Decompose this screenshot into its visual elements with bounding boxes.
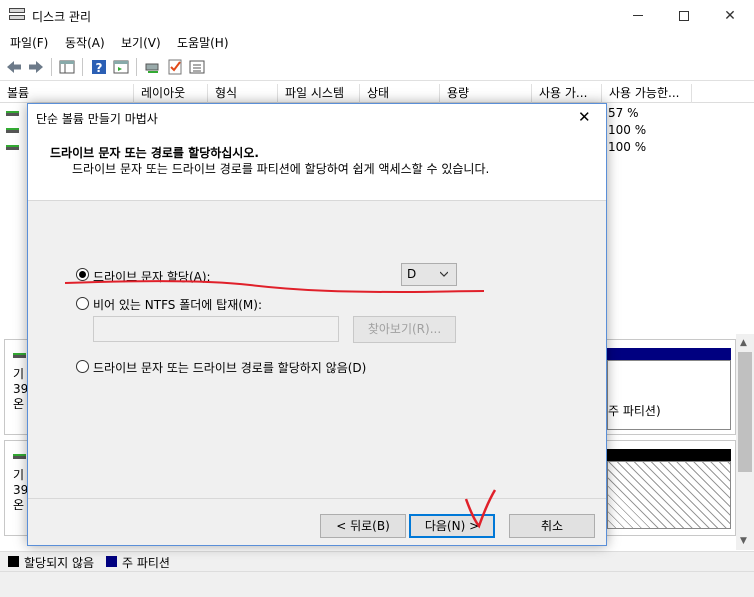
drive-letter-value: D [407, 267, 417, 281]
no-assign-label[interactable]: 드라이브 문자 또는 드라이브 경로를 할당하지 않음(D) [93, 359, 366, 376]
maximize-icon [679, 10, 689, 21]
toolbar-separator [82, 58, 83, 76]
volume-list-header: 볼륨 레이아웃 형식 파일 시스템 상태 용량 사용 가... 사용 가능한..… [0, 84, 754, 103]
assign-letter-radio[interactable] [76, 268, 89, 281]
minimize-button[interactable] [615, 0, 661, 31]
list-view-icon[interactable] [188, 58, 206, 76]
disk-info: 기 39 온 [13, 468, 29, 512]
toolbar-separator [51, 58, 52, 76]
column-layout[interactable]: 레이아웃 [134, 84, 208, 103]
legend-bar: 할당되지 않음 주 파티션 [0, 551, 754, 571]
check-icon[interactable] [166, 58, 184, 76]
chevron-down-icon [440, 271, 448, 277]
mount-folder-radio[interactable] [76, 297, 89, 310]
forward-icon[interactable] [27, 58, 45, 76]
scroll-down-icon[interactable]: ▼ [740, 536, 747, 546]
percent-free: 57 % [608, 106, 639, 120]
partition-label: 주 파티션) [608, 404, 661, 418]
partition-block[interactable]: 주 파티션) [607, 360, 731, 430]
action-pane-icon[interactable] [112, 58, 130, 76]
primary-partition-swatch [106, 556, 117, 567]
unallocated-swatch [8, 556, 19, 567]
drive-icon [6, 145, 19, 150]
partition-header [607, 348, 731, 360]
back-icon[interactable] [5, 58, 23, 76]
no-assign-radio[interactable] [76, 360, 89, 373]
title-bar: 디스크 관리 ✕ [0, 0, 754, 31]
dialog-heading: 드라이브 문자 또는 경로를 할당하십시오. [50, 146, 259, 160]
drive-letter-select[interactable]: D [401, 263, 457, 286]
column-capacity[interactable]: 용량 [440, 84, 532, 103]
browse-button[interactable]: 찾아보기(R)... [353, 316, 456, 343]
vertical-scrollbar[interactable]: ▲ ▼ [736, 334, 754, 550]
close-icon: ✕ [724, 7, 736, 24]
folder-path-input[interactable] [93, 316, 339, 342]
menu-file[interactable]: 파일(F) [10, 34, 48, 51]
console-tree-icon[interactable] [58, 58, 76, 76]
drive-icon [6, 111, 19, 116]
disk-icon [13, 353, 26, 358]
scroll-thumb[interactable] [738, 352, 752, 472]
close-button[interactable]: ✕ [707, 0, 753, 31]
menu-help[interactable]: 도움말(H) [177, 34, 229, 51]
column-status[interactable]: 상태 [360, 84, 440, 103]
disk-icon [13, 454, 26, 459]
column-percent-free[interactable]: 사용 가능한... [602, 84, 692, 103]
back-button[interactable]: < 뒤로(B) [320, 514, 406, 538]
cancel-button[interactable]: 취소 [509, 514, 595, 538]
window-title: 디스크 관리 [32, 10, 92, 24]
dialog-close-icon[interactable]: ✕ [578, 108, 591, 126]
simple-volume-wizard-dialog: 단순 볼륨 만들기 마법사 ✕ 드라이브 문자 또는 경로를 할당하십시오. 드… [27, 103, 607, 546]
toolbar: ? [0, 53, 754, 81]
next-button[interactable]: 다음(N) > [409, 514, 495, 538]
svg-text:?: ? [96, 61, 103, 75]
percent-free: 100 % [608, 123, 647, 137]
dialog-header: 드라이브 문자 또는 경로를 할당하십시오. 드라이브 문자 또는 드라이브 경… [28, 131, 606, 201]
status-bar [0, 571, 754, 597]
legend-primary: 주 파티션 [122, 556, 170, 570]
column-type[interactable]: 형식 [208, 84, 278, 103]
footer-divider [28, 498, 606, 499]
percent-free: 100 % [608, 140, 647, 154]
column-file-system[interactable]: 파일 시스템 [278, 84, 360, 103]
connect-icon[interactable] [144, 58, 162, 76]
minimize-icon [633, 15, 643, 16]
unallocated-block[interactable] [607, 461, 731, 529]
disk-info: 기 39 온 [13, 367, 29, 411]
menu-action[interactable]: 동작(A) [65, 34, 105, 51]
menu-view[interactable]: 보기(V) [121, 34, 161, 51]
assign-letter-label[interactable]: 드라이브 문자 할당(A): [93, 268, 211, 285]
drive-icon [6, 128, 19, 133]
menu-bar: 파일(F) 동작(A) 보기(V) 도움말(H) [0, 31, 754, 53]
dialog-title-bar: 단순 볼륨 만들기 마법사 ✕ [28, 104, 606, 131]
help-icon[interactable]: ? [90, 58, 108, 76]
column-volume[interactable]: 볼륨 [0, 84, 134, 103]
unallocated-header [607, 449, 731, 461]
dialog-subheading: 드라이브 문자 또는 드라이브 경로를 파티션에 할당하여 쉽게 액세스할 수 … [72, 162, 490, 176]
dialog-title: 단순 볼륨 만들기 마법사 [36, 112, 158, 126]
disk-management-icon [9, 8, 25, 22]
scroll-up-icon[interactable]: ▲ [740, 338, 747, 348]
mount-folder-label[interactable]: 비어 있는 NTFS 폴더에 탑재(M): [93, 296, 262, 313]
maximize-button[interactable] [661, 0, 707, 31]
toolbar-separator [136, 58, 137, 76]
column-free-space[interactable]: 사용 가... [532, 84, 602, 103]
legend-unallocated: 할당되지 않음 [24, 556, 95, 570]
